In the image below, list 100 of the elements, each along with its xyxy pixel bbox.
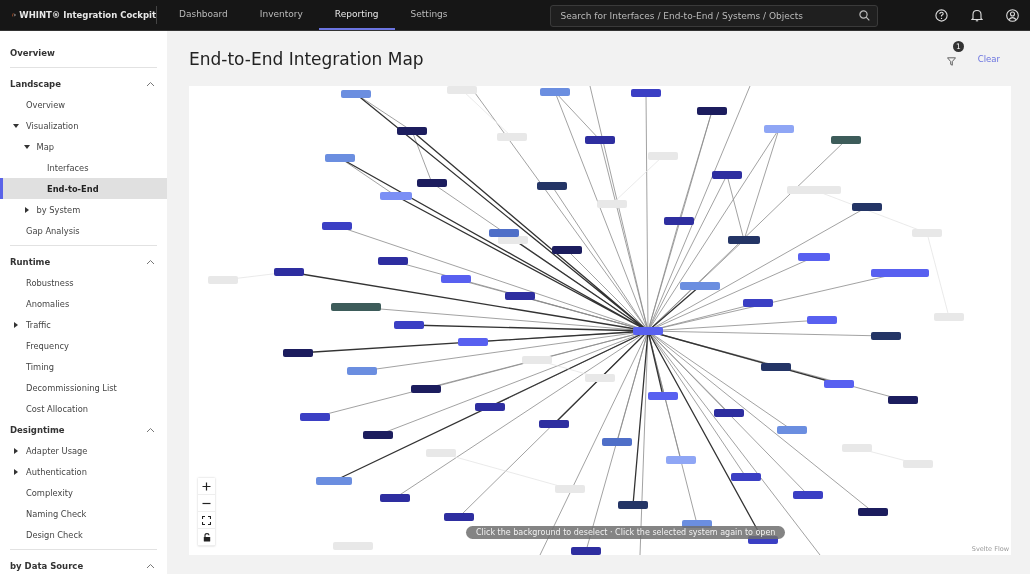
- system-node[interactable]: [363, 431, 393, 439]
- sidebar-item[interactable]: Gap Analysis: [0, 220, 167, 241]
- system-node[interactable]: [552, 246, 582, 254]
- section-header[interactable]: Designtime: [0, 419, 167, 440]
- system-node[interactable]: [444, 513, 474, 521]
- system-node[interactable]: [489, 229, 519, 237]
- system-node[interactable]: [871, 269, 929, 277]
- sidebar-item[interactable]: Timing: [0, 356, 167, 377]
- sidebar-item[interactable]: Overview: [0, 94, 167, 115]
- system-node[interactable]: [380, 192, 412, 200]
- sidebar-item[interactable]: End-to-End: [0, 178, 167, 199]
- filter-icon: [946, 57, 956, 66]
- system-node[interactable]: [633, 327, 663, 335]
- faded-system-node: [597, 200, 627, 208]
- faded-system-node: [426, 449, 456, 457]
- system-node[interactable]: [300, 413, 330, 421]
- user-icon[interactable]: [1006, 8, 1019, 22]
- sidebar-item[interactable]: Authentication: [0, 461, 167, 482]
- system-node[interactable]: [347, 367, 377, 375]
- sidebar-item[interactable]: Robustness: [0, 272, 167, 293]
- system-node[interactable]: [316, 477, 352, 485]
- faded-system-node: [555, 485, 585, 493]
- system-node[interactable]: [441, 275, 471, 283]
- system-node[interactable]: [728, 236, 760, 244]
- bell-icon[interactable]: [971, 8, 983, 22]
- sidebar-item[interactable]: Anomalies: [0, 293, 167, 314]
- system-node[interactable]: [537, 182, 567, 190]
- system-node[interactable]: [824, 380, 854, 388]
- system-node[interactable]: [602, 438, 632, 446]
- help-icon[interactable]: [935, 8, 948, 22]
- sidebar-item[interactable]: Naming Check: [0, 503, 167, 524]
- system-node[interactable]: [697, 107, 727, 115]
- sidebar-item[interactable]: Decommissioning List: [0, 377, 167, 398]
- sidebar-item[interactable]: Traffic: [0, 314, 167, 335]
- system-node[interactable]: [664, 217, 694, 225]
- system-node[interactable]: [325, 154, 355, 162]
- system-node[interactable]: [807, 316, 837, 324]
- system-node[interactable]: [322, 222, 352, 230]
- system-node[interactable]: [714, 409, 744, 417]
- nav-tab[interactable]: Inventory: [243, 0, 319, 30]
- sidebar-item[interactable]: Cost Allocation: [0, 398, 167, 419]
- system-node[interactable]: [631, 89, 661, 97]
- fit-view-button[interactable]: [198, 512, 215, 529]
- system-node[interactable]: [397, 127, 427, 135]
- system-node[interactable]: [761, 363, 791, 371]
- system-node[interactable]: [666, 456, 696, 464]
- system-node[interactable]: [539, 420, 569, 428]
- zoom-in-button[interactable]: [198, 478, 215, 495]
- sidebar-item[interactable]: Design Check: [0, 524, 167, 545]
- system-node[interactable]: [618, 501, 648, 509]
- section-header[interactable]: Runtime: [10, 251, 157, 272]
- sidebar-item[interactable]: Visualization: [0, 115, 167, 136]
- system-node[interactable]: [380, 494, 410, 502]
- system-node[interactable]: [411, 385, 441, 393]
- sidebar-item[interactable]: Adapter Usage: [0, 440, 167, 461]
- sidebar-item[interactable]: Complexity: [0, 482, 167, 503]
- nav-tab[interactable]: Dashboard: [163, 0, 244, 30]
- system-node[interactable]: [475, 403, 505, 411]
- system-node[interactable]: [743, 299, 773, 307]
- zoom-out-button[interactable]: [198, 495, 215, 512]
- sidebar-item[interactable]: Frequency: [0, 335, 167, 356]
- sidebar-item[interactable]: Interfaces: [0, 157, 167, 178]
- system-node[interactable]: [341, 90, 371, 98]
- system-node[interactable]: [680, 282, 720, 290]
- sidebar-item[interactable]: Map: [0, 136, 167, 157]
- system-node[interactable]: [777, 426, 807, 434]
- section-header[interactable]: by Data Source: [10, 555, 157, 574]
- system-node[interactable]: [417, 179, 447, 187]
- system-node[interactable]: [764, 125, 794, 133]
- system-node[interactable]: [505, 292, 535, 300]
- clear-link[interactable]: Clear: [977, 53, 1000, 64]
- faded-system-node: [498, 236, 528, 244]
- system-node[interactable]: [378, 257, 408, 265]
- sidebar-item[interactable]: by System: [0, 199, 167, 220]
- nav-tab[interactable]: Reporting: [318, 0, 395, 30]
- system-node[interactable]: [858, 508, 888, 516]
- lock-icon: [202, 532, 211, 542]
- search-field[interactable]: Search for Interfaces / End-to-End / Systems / Objects: [549, 5, 878, 27]
- nav-tab[interactable]: Settings: [394, 0, 464, 30]
- system-node[interactable]: [871, 332, 901, 340]
- plus-icon: [202, 481, 211, 491]
- system-node[interactable]: [793, 491, 823, 499]
- system-node[interactable]: [798, 253, 830, 261]
- lock-button[interactable]: [198, 529, 215, 546]
- system-node[interactable]: [458, 338, 488, 346]
- section-header[interactable]: Landscape: [10, 73, 157, 94]
- system-node[interactable]: [648, 392, 678, 400]
- section-header[interactable]: Overview: [0, 42, 167, 63]
- system-node[interactable]: [331, 303, 381, 311]
- system-node[interactable]: [540, 88, 570, 96]
- system-node[interactable]: [571, 547, 601, 555]
- system-node[interactable]: [712, 171, 742, 179]
- system-node[interactable]: [731, 473, 761, 481]
- system-node[interactable]: [831, 136, 861, 144]
- system-node[interactable]: [274, 268, 304, 276]
- system-node[interactable]: [888, 396, 918, 404]
- system-node[interactable]: [394, 321, 424, 329]
- system-node[interactable]: [283, 349, 313, 357]
- system-node[interactable]: [585, 136, 615, 144]
- system-node[interactable]: [852, 203, 882, 211]
